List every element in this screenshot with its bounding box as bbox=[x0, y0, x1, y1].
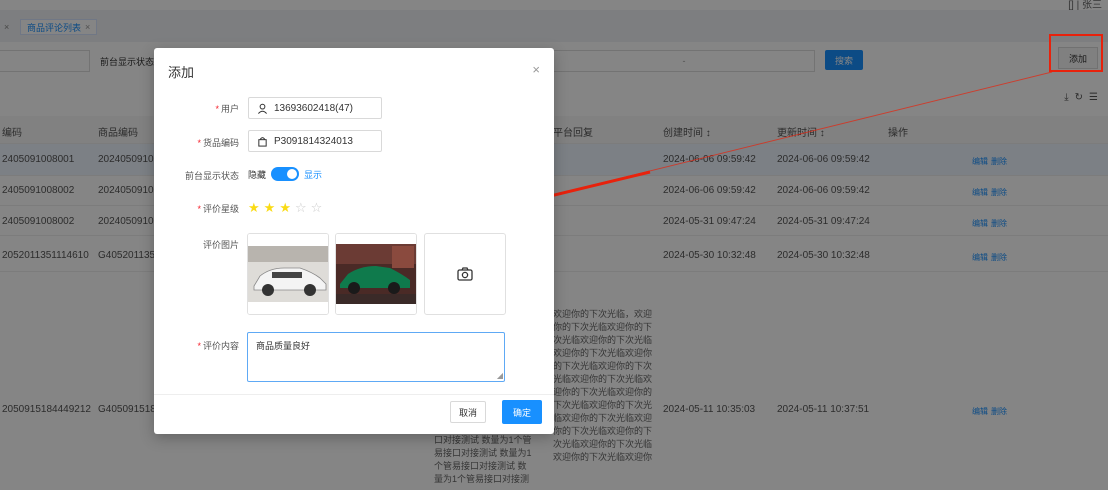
camera-icon bbox=[457, 267, 473, 281]
dialog-title: 添加 bbox=[168, 65, 195, 80]
star-rating[interactable]: ★ ★ ★ ☆ ☆ bbox=[248, 200, 322, 216]
review-image-2[interactable] bbox=[335, 233, 417, 315]
hide-label: 隐藏 bbox=[248, 169, 267, 180]
user-icon bbox=[258, 103, 267, 114]
close-icon[interactable]: × bbox=[532, 62, 540, 77]
show-label: 显示 bbox=[304, 169, 323, 180]
cancel-button[interactable]: 取消 bbox=[450, 401, 486, 423]
goods-code-value: P3091814324013 bbox=[274, 135, 353, 147]
goods-code-field[interactable]: P3091814324013 bbox=[248, 130, 382, 152]
white-car-photo bbox=[248, 234, 328, 314]
confirm-button[interactable]: 确定 bbox=[502, 400, 542, 424]
user-value: 13693602418(47) bbox=[274, 102, 353, 114]
display-status-label: 前台显示状态 bbox=[184, 171, 239, 181]
user-label: * 用户 bbox=[215, 104, 239, 114]
images-label: 评价图片 bbox=[202, 240, 239, 250]
review-image-1[interactable] bbox=[247, 233, 329, 315]
star-icon[interactable]: ★ bbox=[248, 200, 260, 216]
resize-handle[interactable]: ◢ bbox=[497, 371, 503, 380]
rating-label: * 评价星级 bbox=[197, 204, 239, 214]
star-icon[interactable]: ☆ bbox=[295, 200, 307, 216]
content-value: 商品质量良好 bbox=[256, 341, 311, 351]
display-toggle-group: 隐藏 显示 bbox=[248, 167, 322, 181]
content-label: * 评价内容 bbox=[197, 341, 239, 351]
content-textarea[interactable]: 商品质量良好 ◢ bbox=[247, 332, 505, 382]
goods-code-label: * 货品编码 bbox=[197, 138, 239, 148]
star-icon[interactable]: ☆ bbox=[311, 200, 323, 216]
display-toggle[interactable] bbox=[271, 167, 300, 181]
add-dialog: 添加 × * 用户 13693602418(47) * 货品编码 P30918143… bbox=[154, 48, 554, 434]
shopping-bag-icon bbox=[258, 136, 267, 147]
user-field[interactable]: 13693602418(47) bbox=[248, 97, 382, 119]
green-car-photo bbox=[336, 234, 416, 314]
star-icon[interactable]: ★ bbox=[264, 200, 276, 216]
star-icon[interactable]: ★ bbox=[279, 200, 291, 216]
image-upload[interactable] bbox=[424, 233, 506, 315]
dialog-footer bbox=[154, 394, 554, 434]
